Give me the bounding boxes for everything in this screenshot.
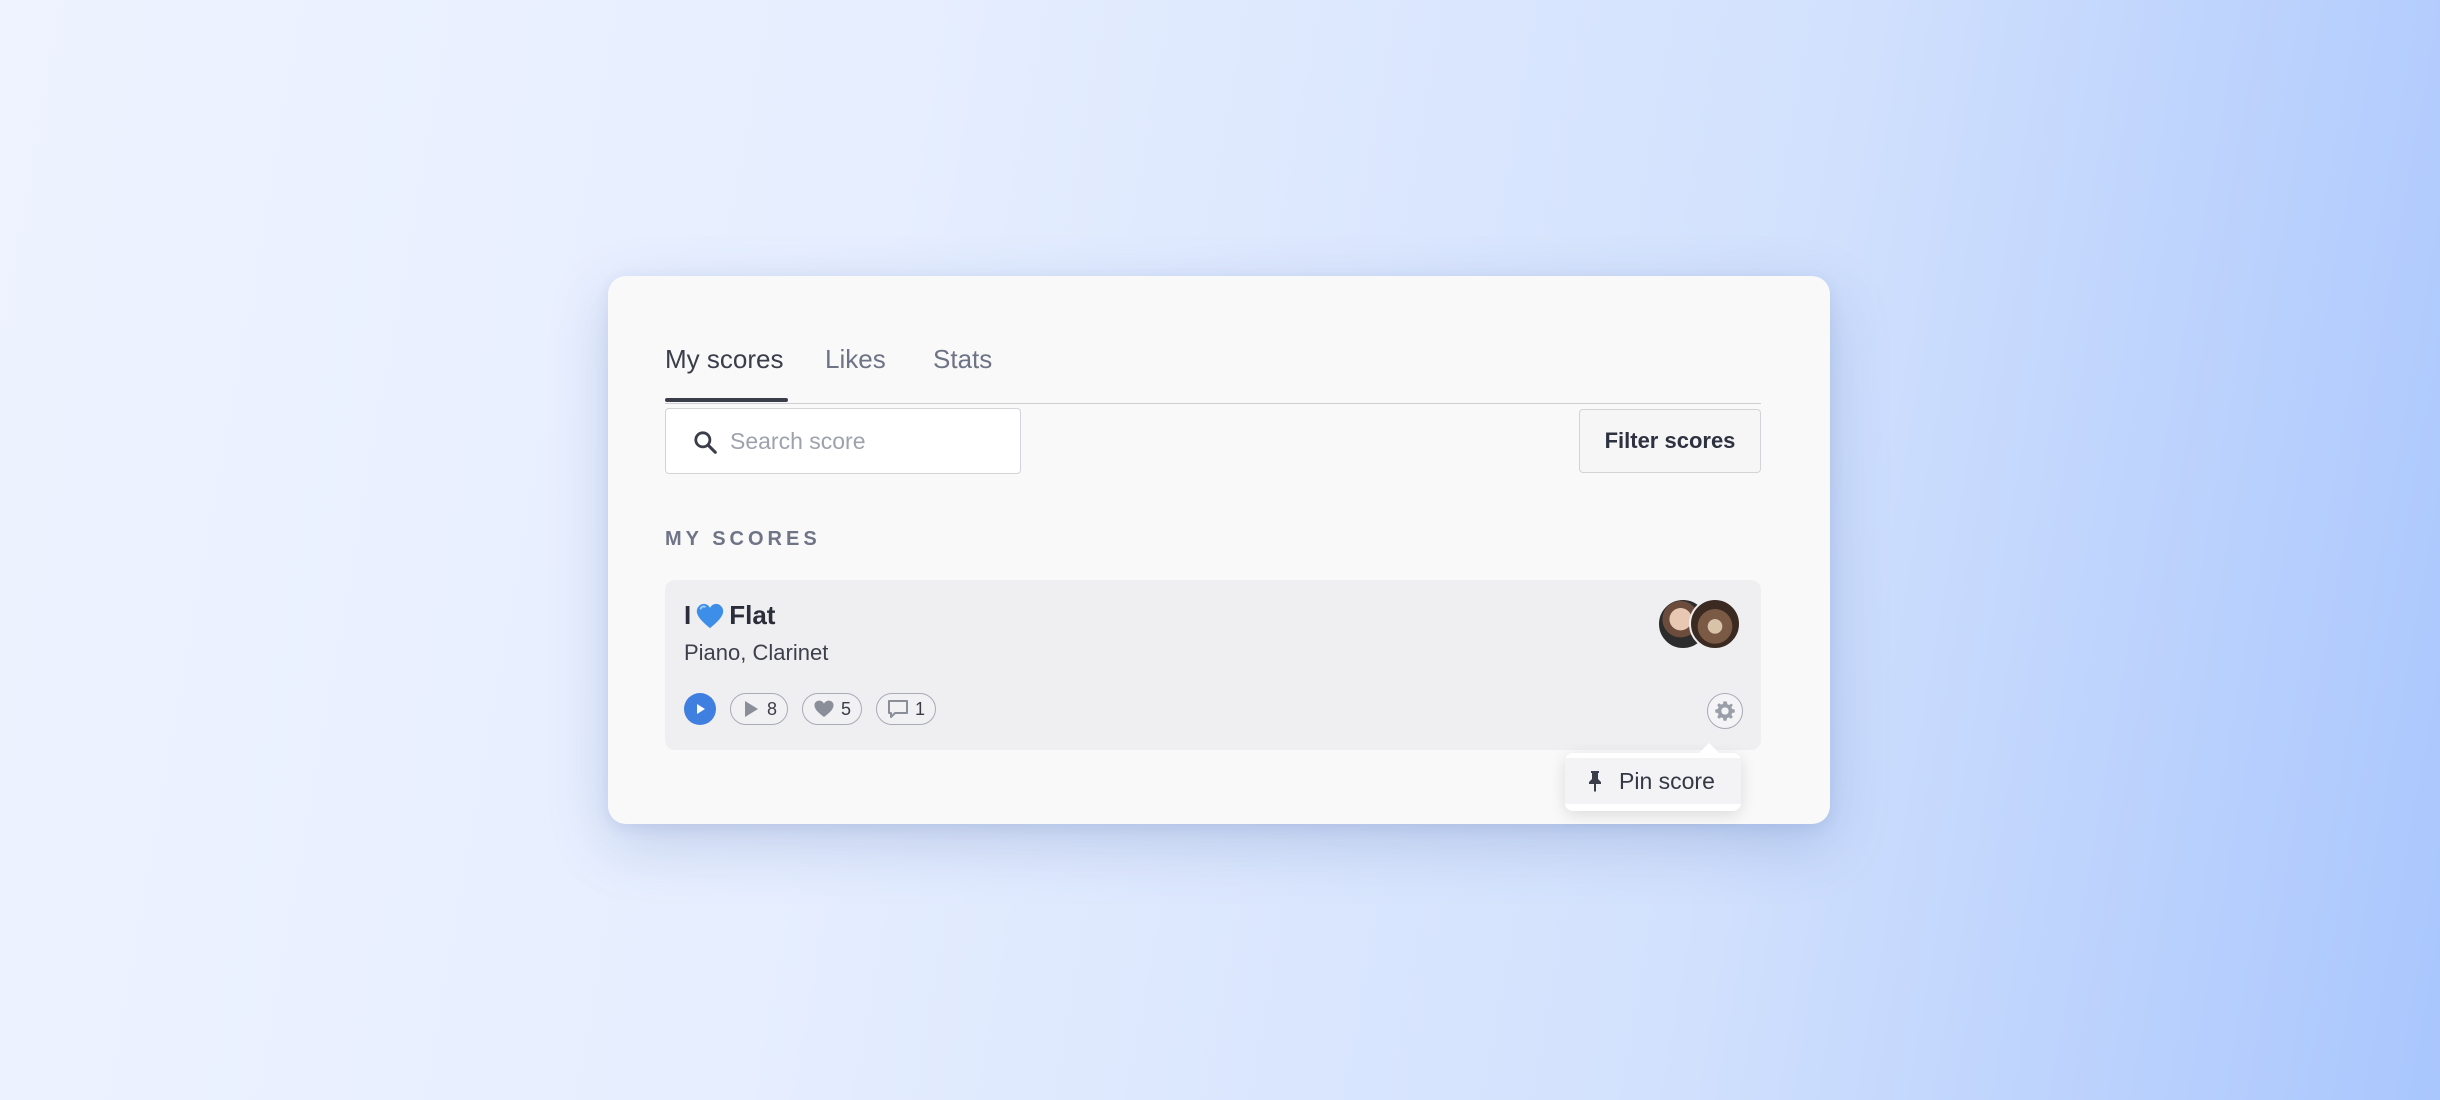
- play-button[interactable]: [684, 693, 716, 725]
- score-stats-row: 8 5 1: [684, 693, 937, 725]
- active-tab-indicator: [665, 398, 788, 402]
- avatar: [1689, 598, 1741, 650]
- comments-count: 1: [915, 698, 926, 719]
- score-card[interactable]: I Flat Piano, Clarinet 8 5 1: [665, 580, 1761, 750]
- scores-panel: My scores Likes Stats Filter scores MY S…: [608, 276, 1830, 824]
- plays-count: 8: [767, 698, 778, 719]
- search-box[interactable]: [665, 408, 1021, 474]
- gear-icon: [1715, 701, 1735, 721]
- tab-bar: My scores Likes Stats: [665, 310, 1761, 404]
- tab-likes[interactable]: Likes: [825, 344, 886, 375]
- blue-heart-icon: [697, 603, 724, 628]
- tab-my-scores[interactable]: My scores: [665, 344, 783, 375]
- pin-icon: [1589, 771, 1601, 792]
- tab-stats[interactable]: Stats: [933, 344, 992, 375]
- play-count-icon: [745, 701, 758, 717]
- search-icon: [694, 431, 717, 454]
- score-settings-button[interactable]: [1707, 693, 1743, 729]
- pin-score-label: Pin score: [1619, 767, 1715, 794]
- score-title[interactable]: I Flat: [684, 600, 775, 631]
- plays-count-badge: 8: [730, 693, 789, 725]
- pin-score-menu-item[interactable]: Pin score: [1565, 758, 1741, 804]
- collaborator-avatars: [1657, 598, 1743, 650]
- score-options-menu: Pin score: [1565, 743, 1741, 811]
- filter-scores-button[interactable]: Filter scores: [1579, 409, 1761, 473]
- play-icon: [697, 704, 705, 714]
- search-input[interactable]: [730, 419, 1000, 463]
- section-heading: MY SCORES: [665, 528, 821, 550]
- score-instruments: Piano, Clarinet: [684, 640, 829, 665]
- comments-count-badge: 1: [876, 693, 937, 725]
- likes-count: 5: [841, 698, 852, 719]
- score-title-suffix: Flat: [729, 600, 776, 630]
- likes-count-badge: 5: [802, 693, 863, 725]
- heart-icon: [814, 700, 834, 717]
- score-title-prefix: I: [684, 600, 692, 630]
- comment-icon: [888, 700, 909, 718]
